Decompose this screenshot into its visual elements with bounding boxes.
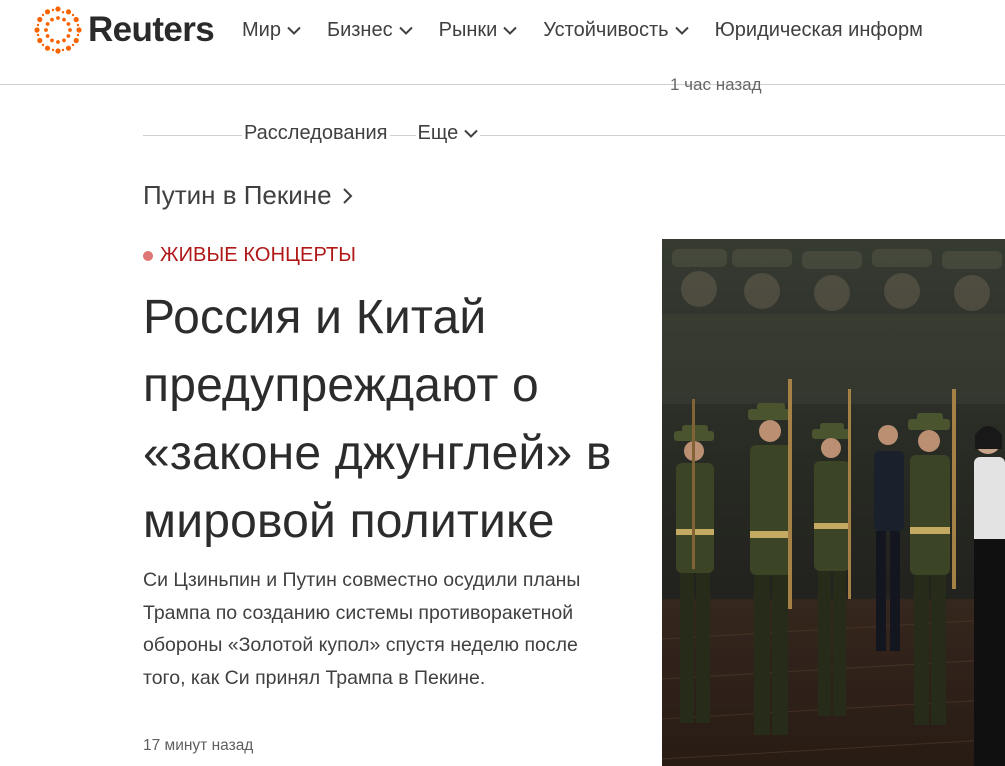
breadcrumb[interactable]: Путин в Пекине: [143, 180, 354, 211]
nav-item-more[interactable]: Еще: [415, 122, 481, 145]
nav-item-legal[interactable]: Юридическая информ: [715, 19, 923, 42]
chevron-down-icon: [464, 129, 478, 138]
nav-item-label: Бизнес: [326, 18, 393, 41]
live-dot-icon: [143, 250, 153, 261]
live-badge[interactable]: ЖИВЫЕ КОНЦЕРТЫ: [143, 244, 356, 267]
nav-item-investigations[interactable]: Расследования: [242, 122, 390, 145]
nav-item-label: Юридическая информ: [714, 18, 923, 41]
chevron-down-icon: [674, 26, 689, 35]
live-badge-label: ЖИВЫЕ КОНЦЕРТЫ: [160, 244, 357, 266]
top-navigation-bar: Reuters Мир Бизнес Рынки Устойчивость Юр…: [0, 0, 1005, 85]
chevron-down-icon: [287, 26, 301, 35]
reuters-logo-text: Reuters: [88, 10, 215, 49]
nav-item-markets[interactable]: Рынки: [439, 19, 518, 42]
breadcrumb-label: Путин в Пекине: [143, 180, 332, 210]
chevron-right-icon: [342, 187, 353, 204]
chevron-down-icon: [398, 26, 413, 35]
nav-item-sustainability[interactable]: Устойчивость: [543, 18, 689, 42]
article-timestamp: 17 минут назад: [143, 737, 254, 754]
nav-item-label: Еще: [417, 122, 459, 144]
main-nav: Мир Бизнес Рынки Устойчивость Юридическа…: [242, 0, 949, 60]
article-summary: Си Цзиньпин и Путин совместно осудили пл…: [143, 569, 581, 689]
nav-item-world[interactable]: Мир: [242, 19, 301, 42]
honor-guard-photo: [662, 239, 1005, 766]
chevron-down-icon: [503, 26, 518, 35]
secondary-nav: Расследования Еще: [242, 122, 506, 145]
nav-item-label: Рынки: [438, 18, 498, 41]
nav-item-label: Устойчивость: [543, 18, 669, 41]
hero-image[interactable]: [662, 239, 1005, 766]
reuters-logo-icon: [34, 6, 82, 54]
nav-item-business[interactable]: Бизнес: [327, 19, 413, 42]
nav-item-label: Мир: [242, 18, 281, 41]
reuters-logo[interactable]: Reuters: [33, 0, 215, 60]
article-headline[interactable]: Россия и Китай предупреждают о «законе д…: [143, 284, 648, 556]
clipped-timestamp: 1 час назад: [670, 76, 762, 94]
nav-item-label: Расследования: [244, 122, 388, 144]
